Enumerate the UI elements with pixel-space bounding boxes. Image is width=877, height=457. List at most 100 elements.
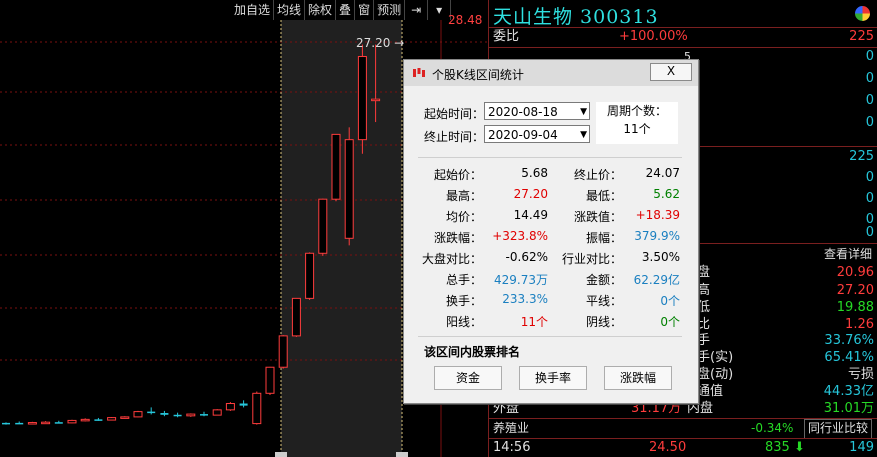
stat-right-label: 终止价： <box>573 168 622 182</box>
industry-compare-button[interactable]: 同行业比较 <box>803 419 872 439</box>
candle <box>173 414 182 417</box>
stat-left-label: 涨跌幅： <box>433 231 482 245</box>
stat-value: 33.76% <box>824 333 874 348</box>
candle <box>331 133 341 200</box>
candle <box>147 411 156 414</box>
candle <box>357 56 367 141</box>
view-detail-link[interactable]: 查看详细 <box>824 245 872 263</box>
order-value: 0 <box>865 115 874 130</box>
stat-left-value: 14.49 <box>513 208 548 222</box>
candle <box>305 252 315 299</box>
stat-right-value: +18.39 <box>635 208 680 222</box>
stat-left-label: 最高： <box>445 189 482 203</box>
dialog-title: 个股K线区间统计 <box>432 68 524 82</box>
rank-turnover-button[interactable]: 换手率 <box>519 366 587 390</box>
stat-left-value: 233.3% <box>502 292 548 306</box>
selection-range <box>281 20 402 457</box>
peak-price-label: 27.20 → <box>356 36 405 50</box>
chevron-down-icon: ▼ <box>580 130 587 140</box>
candle <box>291 297 301 337</box>
candle <box>318 198 328 254</box>
start-date-select[interactable]: 2020-08-18 ▼ <box>484 102 590 120</box>
order-value: 0 <box>865 191 874 206</box>
chart-toolbar: 加自选 均线 除权 叠 窗 预测 ⇥ ▾ <box>231 0 452 20</box>
candle <box>107 417 117 421</box>
stat-right-value: 0个 <box>660 315 680 329</box>
stat-right-label: 最低： <box>585 189 622 203</box>
end-time-label: 终止时间： <box>424 130 485 144</box>
add-favorite-button[interactable]: 加自选 <box>231 0 275 20</box>
stat-right-label: 振幅： <box>585 231 622 245</box>
rank-change-button[interactable]: 涨跌幅 <box>604 366 672 390</box>
stat-right-value: 24.07 <box>645 166 680 180</box>
tick-price: 24.50 <box>649 440 687 455</box>
order-value: 0 <box>865 71 874 86</box>
stat-value: 亏损 <box>847 367 874 382</box>
end-date-select[interactable]: 2020-09-04 ▼ <box>484 125 590 143</box>
stat-value: 19.88 <box>836 300 874 315</box>
stat-value: 44.33亿 <box>823 384 874 399</box>
weibi-label: 委比 <box>493 29 520 44</box>
stat-left-label: 大盘对比： <box>421 252 482 266</box>
dialog-titlebar[interactable]: 个股K线区间统计 X <box>404 60 698 86</box>
close-button[interactable]: X <box>650 63 692 81</box>
period-count-box: 周期个数： 11个 <box>596 102 678 144</box>
candle <box>212 409 222 416</box>
stat-value: 65.41% <box>824 350 874 365</box>
overlay-button[interactable]: 叠 <box>336 0 356 20</box>
stat-left-label: 均价： <box>445 210 482 224</box>
stat-label: 手(实) <box>697 350 734 365</box>
app-logo-icon[interactable] <box>855 6 870 21</box>
candle <box>67 419 77 424</box>
order-value: 0 <box>865 170 874 185</box>
candle <box>54 422 63 424</box>
moving-average-button[interactable]: 均线 <box>274 0 306 20</box>
period-count-label: 周期个数： <box>606 104 667 118</box>
rank-capital-button[interactable]: 资金 <box>434 366 502 390</box>
candle <box>27 422 37 425</box>
start-date-value: 2020-08-18 <box>488 105 558 119</box>
candle <box>120 416 130 419</box>
candle <box>80 418 90 422</box>
stat-left-label: 换手： <box>445 294 482 308</box>
arrow-down-icon: ⬇ <box>789 440 805 455</box>
candle <box>200 414 208 416</box>
candle <box>265 366 275 394</box>
stat-left-value: 429.73万 <box>494 273 548 287</box>
window-button[interactable]: 窗 <box>355 0 375 20</box>
stat-right-label: 阴线： <box>585 315 622 329</box>
order-value: 225 <box>849 149 874 164</box>
stat-left-value: +323.8% <box>492 229 548 243</box>
stat-right-value: 62.29亿 <box>633 273 680 287</box>
rank-section-title: 该区间内股票排名 <box>424 345 521 359</box>
candle <box>371 98 381 102</box>
candle <box>15 422 24 425</box>
candle <box>41 421 51 425</box>
start-time-label: 起始时间： <box>424 107 485 121</box>
period-count-value: 11个 <box>623 122 651 136</box>
stat-right-value: 5.62 <box>653 187 680 201</box>
stat-right-value: 3.50% <box>641 250 680 264</box>
tick-extra: 149 <box>849 440 874 455</box>
industry-label[interactable]: 养殖业 <box>493 419 529 437</box>
stat-label: 通值 <box>697 384 724 399</box>
stat-left-value: 11个 <box>520 315 548 329</box>
ex-rights-button[interactable]: 除权 <box>305 0 337 20</box>
stat-value: 20.96 <box>836 265 874 280</box>
arrow-right-icon: → <box>390 36 405 50</box>
stat-left-value: 5.68 <box>521 166 548 180</box>
candle <box>278 335 288 368</box>
stat-left-label: 阳线： <box>445 315 482 329</box>
stat-label: 盘(动) <box>697 367 734 382</box>
end-date-value: 2020-09-04 <box>488 128 558 142</box>
arrow-right-bar-icon[interactable]: ⇥ <box>405 0 429 20</box>
tick-time: 14:56 <box>493 440 531 455</box>
stat-right-label: 金额： <box>585 273 622 287</box>
forecast-button[interactable]: 预测 <box>374 0 406 20</box>
stock-title: 天山生物 300313 <box>493 6 659 28</box>
candle <box>344 139 354 239</box>
candle <box>252 392 262 425</box>
order-value: 0 <box>865 49 874 64</box>
stat-right-label: 行业对比： <box>561 252 622 266</box>
weibi-value: +100.00% <box>619 29 688 44</box>
